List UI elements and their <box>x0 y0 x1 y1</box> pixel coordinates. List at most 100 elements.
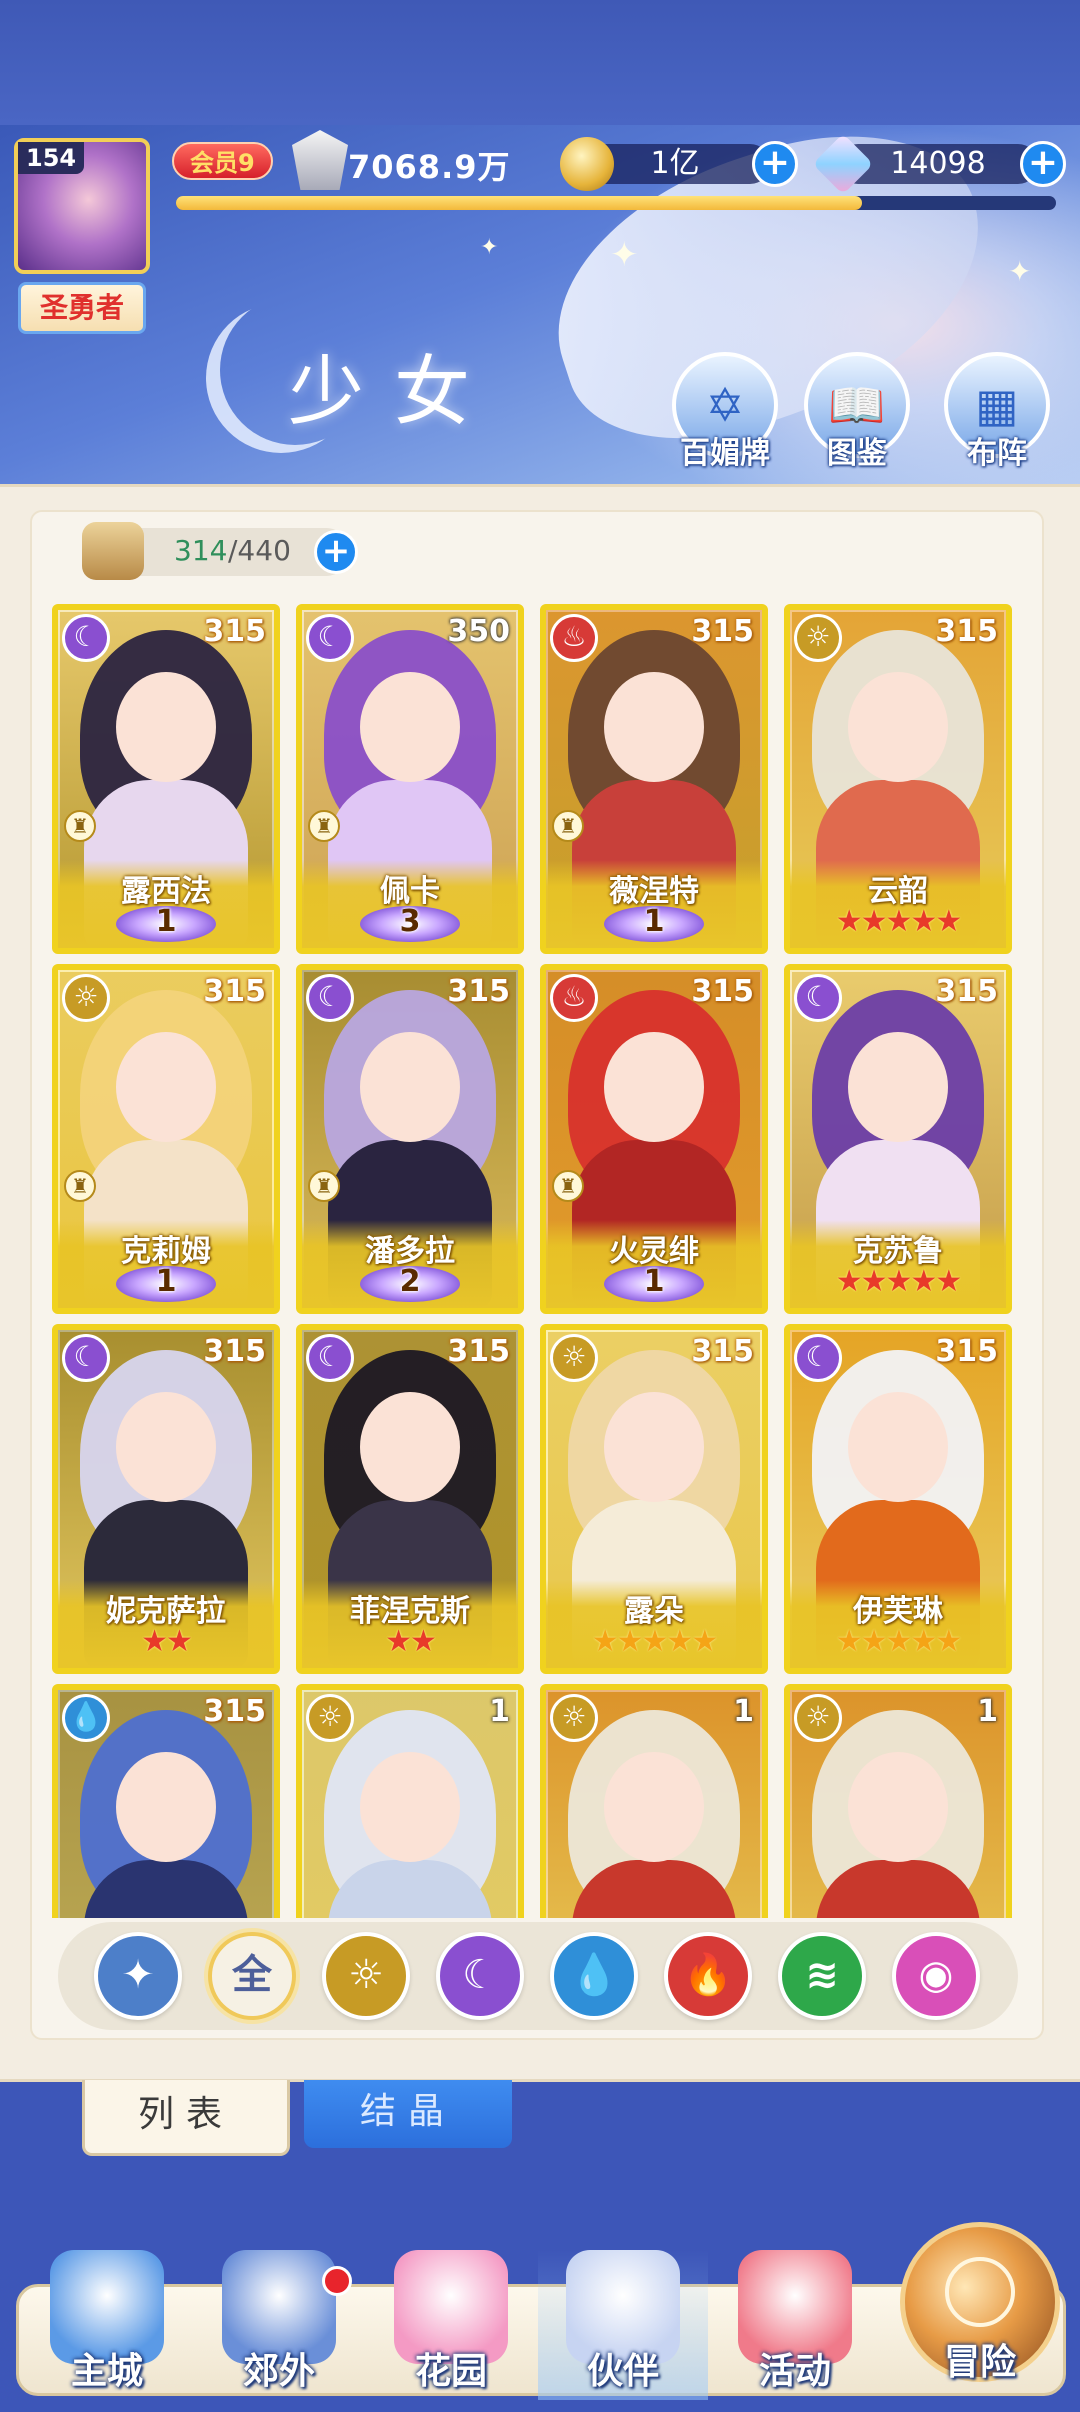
portrait-face <box>116 672 216 782</box>
nav-label: 伙伴 <box>586 2351 659 2392</box>
partner-level: 315 <box>935 1334 998 1369</box>
role-tower-icon: ♜ <box>64 810 96 842</box>
nav-partner-portrait[interactable]: 伙伴 <box>538 2250 708 2400</box>
capacity-bag-icon <box>82 522 144 580</box>
portrait-face <box>116 1032 216 1142</box>
partner-card[interactable]: ☾ 315 ♜ 潘多拉 2 <box>296 964 524 1314</box>
filter-star-button[interactable]: ◉ <box>892 1932 980 2020</box>
baimei-card-button[interactable]: ✡ 百媚牌 <box>672 352 778 471</box>
player-rank-title: 圣勇者 <box>18 282 146 334</box>
awaken-count: 1 <box>155 904 177 939</box>
player-level: 154 <box>18 142 85 174</box>
portrait-face <box>116 1392 216 1502</box>
filter-all-button[interactable]: 全 <box>208 1932 296 2020</box>
sparkle-icon: ✦ <box>480 235 499 260</box>
player-avatar[interactable]: 154 <box>14 138 150 274</box>
partner-level: 315 <box>935 974 998 1009</box>
partner-level: 315 <box>447 974 510 1009</box>
partner-card[interactable]: ☼ 315 露朵 ★★★★★ <box>540 1324 768 1674</box>
filter-water-button[interactable]: 💧 <box>550 1932 638 2020</box>
nav-gift-box[interactable]: 活动 <box>710 2250 880 2400</box>
add-gem-button[interactable]: + <box>1020 141 1066 187</box>
filter-fire-button[interactable]: 🔥 <box>664 1932 752 2020</box>
awaken-count: 1 <box>155 1264 177 1299</box>
formation-button[interactable]: ▦ 布阵 <box>944 352 1050 471</box>
partner-level: 1 <box>489 1694 510 1729</box>
page-title: 少女 <box>288 347 500 436</box>
exp-bar-fill <box>176 196 863 210</box>
partner-card[interactable]: ♨ 315 ♜ 薇涅特 1 <box>540 604 768 954</box>
portrait-face <box>360 1392 460 1502</box>
partner-level: 315 <box>691 974 754 1009</box>
partner-capacity: 314 /440 + <box>82 522 358 580</box>
partner-level: 1 <box>977 1694 998 1729</box>
fire-element-icon: ♨ <box>550 614 598 662</box>
portrait-face <box>604 1032 704 1142</box>
hexagram-card-icon: ✡ <box>705 378 745 432</box>
sun-element-icon: ☼ <box>550 1694 598 1742</box>
portrait-face <box>848 1752 948 1862</box>
portrait-face <box>848 1032 948 1142</box>
partner-card[interactable]: 💧 315 <box>52 1684 280 1918</box>
portrait-face <box>604 672 704 782</box>
portrait-face <box>116 1752 216 1862</box>
star-rating: ★★★★★ <box>591 1624 718 1659</box>
book-icon: 📖 <box>828 378 886 432</box>
partner-card[interactable]: ☼ 1 <box>540 1684 768 1918</box>
capacity-current: 314 <box>174 534 228 567</box>
tab-crystal[interactable]: 结晶 <box>304 2080 512 2148</box>
nav-castle[interactable]: 主城 <box>22 2250 192 2400</box>
filter-wind-button[interactable]: ✦ <box>94 1932 182 2020</box>
star-rating: ★★ <box>141 1624 193 1659</box>
filter-moon-button[interactable]: ☾ <box>436 1932 524 2020</box>
notification-dot <box>322 2266 352 2296</box>
partner-level: 1 <box>733 1694 754 1729</box>
filter-sun-button[interactable]: ☼ <box>322 1932 410 2020</box>
role-tower-icon: ♜ <box>308 1170 340 1202</box>
sparkle-icon: ✦ <box>1008 255 1032 288</box>
partner-level: 350 <box>447 614 510 649</box>
sparkle-icon: ✦ <box>610 235 639 275</box>
partner-card[interactable]: ☾ 350 ♜ 佩卡 3 <box>296 604 524 954</box>
nav-heart[interactable]: 花园 <box>366 2250 536 2400</box>
codex-button[interactable]: 📖 图鉴 <box>804 352 910 471</box>
partner-card[interactable]: ☼ 1 <box>296 1684 524 1918</box>
top-band <box>0 0 1080 125</box>
role-tower-icon: ♜ <box>308 810 340 842</box>
partner-card[interactable]: ☾ 315 妮克萨拉 ★★ <box>52 1324 280 1674</box>
expand-capacity-button[interactable]: + <box>314 530 358 574</box>
partner-card[interactable]: ☾ 315 克苏鲁 ★★★★★ <box>784 964 1012 1314</box>
moon-element-icon: ☾ <box>794 1334 842 1382</box>
partner-card[interactable]: ☾ 315 菲涅克斯 ★★ <box>296 1324 524 1674</box>
moon-element-icon: ☾ <box>306 974 354 1022</box>
tab-list[interactable]: 列表 <box>82 2080 290 2156</box>
add-gold-button[interactable]: + <box>752 141 798 187</box>
partner-card[interactable]: ☾ 315 伊芙琳 ★★★★★ <box>784 1324 1012 1674</box>
partner-card[interactable]: ☾ 315 ♜ 露西法 1 <box>52 604 280 954</box>
star-rating: ★★★★★ <box>835 1264 962 1299</box>
codex-label: 图鉴 <box>827 436 887 471</box>
nav-adventure[interactable]: 冒险 <box>900 2222 1060 2383</box>
capacity-max: /440 <box>228 534 291 567</box>
portrait-face <box>604 1392 704 1502</box>
star-rating: ★★ <box>385 1624 437 1659</box>
portrait-face <box>604 1752 704 1862</box>
filter-wind2-button[interactable]: ≋ <box>778 1932 866 2020</box>
baimei-card-label: 百媚牌 <box>680 436 770 471</box>
partner-card[interactable]: ☼ 1 <box>784 1684 1012 1918</box>
portrait-face <box>848 672 948 782</box>
nav-label: 活动 <box>758 2351 831 2392</box>
moon-element-icon: ☾ <box>62 1334 110 1382</box>
partner-level: 315 <box>935 614 998 649</box>
vip-badge[interactable]: 会员9 <box>172 142 273 180</box>
grid-formation-icon: ▦ <box>975 378 1019 432</box>
partner-level: 315 <box>691 614 754 649</box>
role-tower-icon: ♜ <box>552 810 584 842</box>
element-filter-bar <box>58 1922 1018 2030</box>
partner-card[interactable]: ☼ 315 ♜ 克莉姆 1 <box>52 964 280 1314</box>
partner-level: 315 <box>203 1334 266 1369</box>
moon-element-icon: ☾ <box>794 974 842 1022</box>
partner-card[interactable]: ☼ 315 云韶 ★★★★★ <box>784 604 1012 954</box>
partner-card[interactable]: ♨ 315 ♜ 火灵绯 1 <box>540 964 768 1314</box>
portrait-face <box>360 1752 460 1862</box>
